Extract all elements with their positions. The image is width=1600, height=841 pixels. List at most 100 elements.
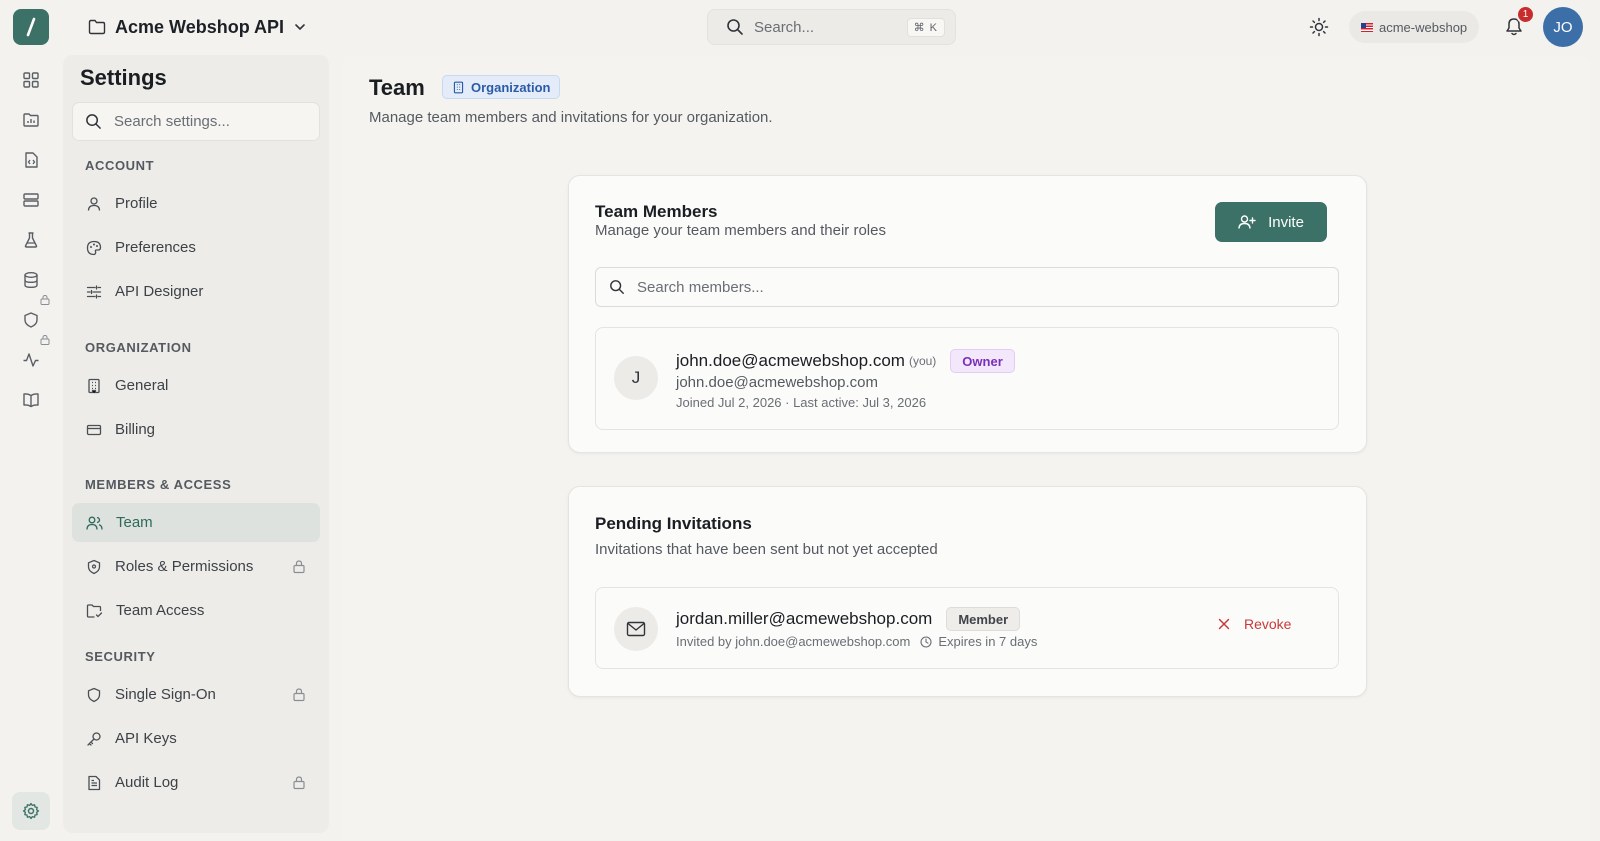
sidebar-item-api-keys[interactable]: API Keys <box>72 719 320 758</box>
book-open-icon <box>23 393 39 408</box>
file-code-icon <box>25 152 38 168</box>
theme-toggle[interactable] <box>1309 17 1329 37</box>
user-avatar[interactable]: JO <box>1543 7 1583 47</box>
page-title: Team <box>369 75 425 100</box>
server-icon <box>23 193 39 207</box>
settings-search-input[interactable]: Search settings... <box>72 102 320 141</box>
palette-icon <box>86 240 102 255</box>
invite-button[interactable]: Invite <box>1215 202 1327 242</box>
sun-icon <box>1309 17 1329 37</box>
settings-search-placeholder: Search settings... <box>114 113 230 130</box>
role-badge-owner: Owner <box>950 349 1015 373</box>
sidebar-item-audit-log[interactable]: Audit Log <box>72 763 320 802</box>
rail-settings[interactable] <box>12 792 50 830</box>
rail-dashboard[interactable] <box>21 70 41 90</box>
search-icon <box>86 114 101 129</box>
rail-security-lock-icon <box>40 294 50 305</box>
sidebar-item-label: Team Access <box>116 602 205 619</box>
workspace-name: acme-webshop <box>1379 19 1468 35</box>
settings-sidebar: Settings Search settings... ACCOUNT Prof… <box>63 55 329 833</box>
search-icon <box>727 19 743 35</box>
sidebar-item-label: API Designer <box>115 283 204 300</box>
member-you-label: (you) <box>908 354 937 368</box>
invitation-email-line: jordan.miller@acmewebshop.com Member <box>676 607 1021 631</box>
invitation-email: jordan.miller@acmewebshop.com <box>676 609 933 628</box>
member-avatar: J <box>614 356 658 400</box>
sidebar-item-profile[interactable]: Profile <box>72 184 320 223</box>
search-icon <box>610 280 624 294</box>
lock-icon <box>293 776 305 790</box>
role-badge-member: Member <box>946 607 1021 631</box>
project-name: Acme Webshop API <box>115 16 285 37</box>
invitation-meta: Invited by john.doe@acmewebshop.com Expi… <box>676 634 1037 649</box>
key-icon <box>87 731 101 746</box>
top-bar: Acme Webshop API Search... ⌘ K acme-webs… <box>0 0 1600 54</box>
folder-chart-icon <box>23 113 39 127</box>
invitation-avatar <box>614 607 658 651</box>
shield-icon <box>87 559 101 574</box>
database-icon <box>24 272 38 289</box>
shield-icon <box>87 687 101 702</box>
icon-rail <box>0 54 62 841</box>
group-label-account: ACCOUNT <box>85 158 155 173</box>
member-search-input[interactable]: Search members... <box>595 267 1339 307</box>
sidebar-item-label: General <box>115 377 169 394</box>
credit-card-icon <box>86 424 102 435</box>
sidebar-item-label: Single Sign-On <box>115 686 216 703</box>
member-meta: Joined Jul 2, 2026 · Last active: Jul 3,… <box>676 395 927 410</box>
page-subtitle: Manage team members and invitations for … <box>369 109 773 126</box>
rail-database[interactable] <box>21 270 41 290</box>
building-icon <box>453 81 464 93</box>
rail-testing[interactable] <box>21 230 41 250</box>
workspace-selector[interactable]: acme-webshop <box>1349 11 1480 43</box>
pending-invitations-card: Pending Invitations Invitations that hav… <box>568 486 1367 697</box>
revoke-button[interactable]: Revoke <box>1218 616 1291 632</box>
sidebar-item-team-access[interactable]: Team Access <box>72 591 320 630</box>
users-icon <box>86 516 103 530</box>
building-icon <box>88 378 100 393</box>
rail-servers[interactable] <box>21 190 41 210</box>
rail-docs[interactable] <box>21 390 41 410</box>
app-logo[interactable] <box>13 9 49 45</box>
sidebar-item-label: Team <box>116 514 153 531</box>
us-flag-icon <box>1361 22 1373 32</box>
sidebar-item-general[interactable]: General <box>72 366 320 405</box>
sidebar-item-label: Roles & Permissions <box>115 558 254 575</box>
search-shortcut: ⌘ K <box>906 17 945 37</box>
activity-icon <box>23 353 39 367</box>
project-switcher[interactable]: Acme Webshop API <box>88 14 307 40</box>
rail-monitoring[interactable] <box>21 350 41 370</box>
sidebar-item-preferences[interactable]: Preferences <box>72 228 320 267</box>
rail-code[interactable] <box>21 150 41 170</box>
sidebar-item-roles-permissions[interactable]: Roles & Permissions <box>72 547 320 586</box>
member-search-placeholder: Search members... <box>637 278 764 296</box>
group-label-members-access: MEMBERS & ACCESS <box>85 477 232 492</box>
settings-title: Settings <box>80 65 167 90</box>
sidebar-item-api-designer[interactable]: API Designer <box>72 272 320 311</box>
sidebar-item-team[interactable]: Team <box>72 503 320 542</box>
invitation-expires: Expires in 7 days <box>938 634 1038 649</box>
dashboard-grid-icon <box>23 72 39 88</box>
main-panel: Team Organization Manage team members an… <box>343 55 1591 840</box>
logo-slash-icon <box>26 17 36 37</box>
user-plus-icon <box>1238 215 1256 229</box>
lock-icon <box>293 560 305 574</box>
rail-projects[interactable] <box>21 110 41 130</box>
group-label-organization: ORGANIZATION <box>85 340 192 355</box>
sidebar-item-billing[interactable]: Billing <box>72 410 320 449</box>
chevron-down-icon <box>295 24 305 31</box>
card-title: Team Members <box>595 202 718 221</box>
card-subtitle: Invitations that have been sent but not … <box>595 541 938 558</box>
sidebar-item-label: Preferences <box>115 239 196 256</box>
organization-badge-label: Organization <box>471 79 551 95</box>
member-name-line: john.doe@acmewebshop.com (you) Owner <box>676 349 1015 373</box>
rail-security[interactable] <box>21 310 41 330</box>
member-row: J john.doe@acmewebshop.com (you) Owner j… <box>595 327 1339 430</box>
gear-icon <box>22 802 40 820</box>
user-icon <box>87 196 101 211</box>
global-search[interactable]: Search... ⌘ K <box>707 9 956 45</box>
card-subtitle: Manage your team members and their roles <box>595 222 886 239</box>
sidebar-item-single-sign-on[interactable]: Single Sign-On <box>72 675 320 714</box>
shield-icon <box>24 312 38 328</box>
organization-badge: Organization <box>442 75 561 99</box>
